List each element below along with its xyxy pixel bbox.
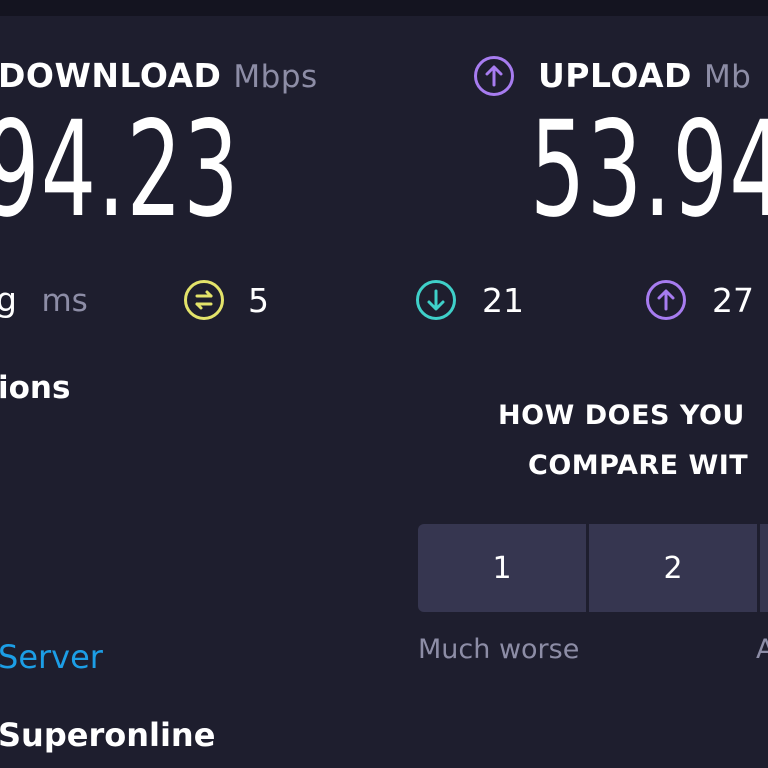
ping-label: g: [0, 280, 17, 319]
download-label: DOWNLOAD: [0, 56, 222, 95]
upload-latency-icon: [646, 280, 686, 320]
rating-caption-low: Much worse: [418, 634, 580, 665]
upload-arrow-icon: [474, 56, 514, 96]
upload-header: UPLOAD Mb: [538, 56, 751, 95]
upload-unit: Mb: [703, 59, 752, 95]
isp-name: Superonline: [0, 716, 216, 754]
rating-option-2[interactable]: 2: [589, 524, 757, 612]
download-unit: Mbps: [233, 59, 318, 95]
upload-latency-value: 27: [712, 281, 754, 320]
download-latency-value: 21: [482, 281, 524, 320]
upload-label: UPLOAD: [538, 56, 692, 95]
download-latency-icon: [416, 280, 456, 320]
download-header: DOWNLOAD Mbps: [0, 56, 318, 95]
ping-label-row: g ms: [0, 280, 88, 319]
unloaded-latency-icon: [184, 280, 224, 320]
rating-caption-next: A: [756, 634, 768, 665]
unloaded-latency-value: 5: [248, 281, 269, 320]
download-speed-value: 94.23: [0, 93, 241, 247]
top-bar: [0, 0, 768, 16]
rating-option-3[interactable]: [760, 524, 768, 612]
change-server-link[interactable]: Server: [0, 638, 103, 676]
rating-options: 1 2: [418, 524, 768, 612]
survey-question-line1: HOW DOES YOU: [498, 400, 745, 431]
connections-title: ions: [0, 370, 71, 406]
upload-speed-value: 53.94: [530, 93, 768, 247]
survey-question-line2: COMPARE WIT: [528, 450, 749, 481]
ping-unit: ms: [41, 283, 88, 319]
rating-option-1[interactable]: 1: [418, 524, 586, 612]
